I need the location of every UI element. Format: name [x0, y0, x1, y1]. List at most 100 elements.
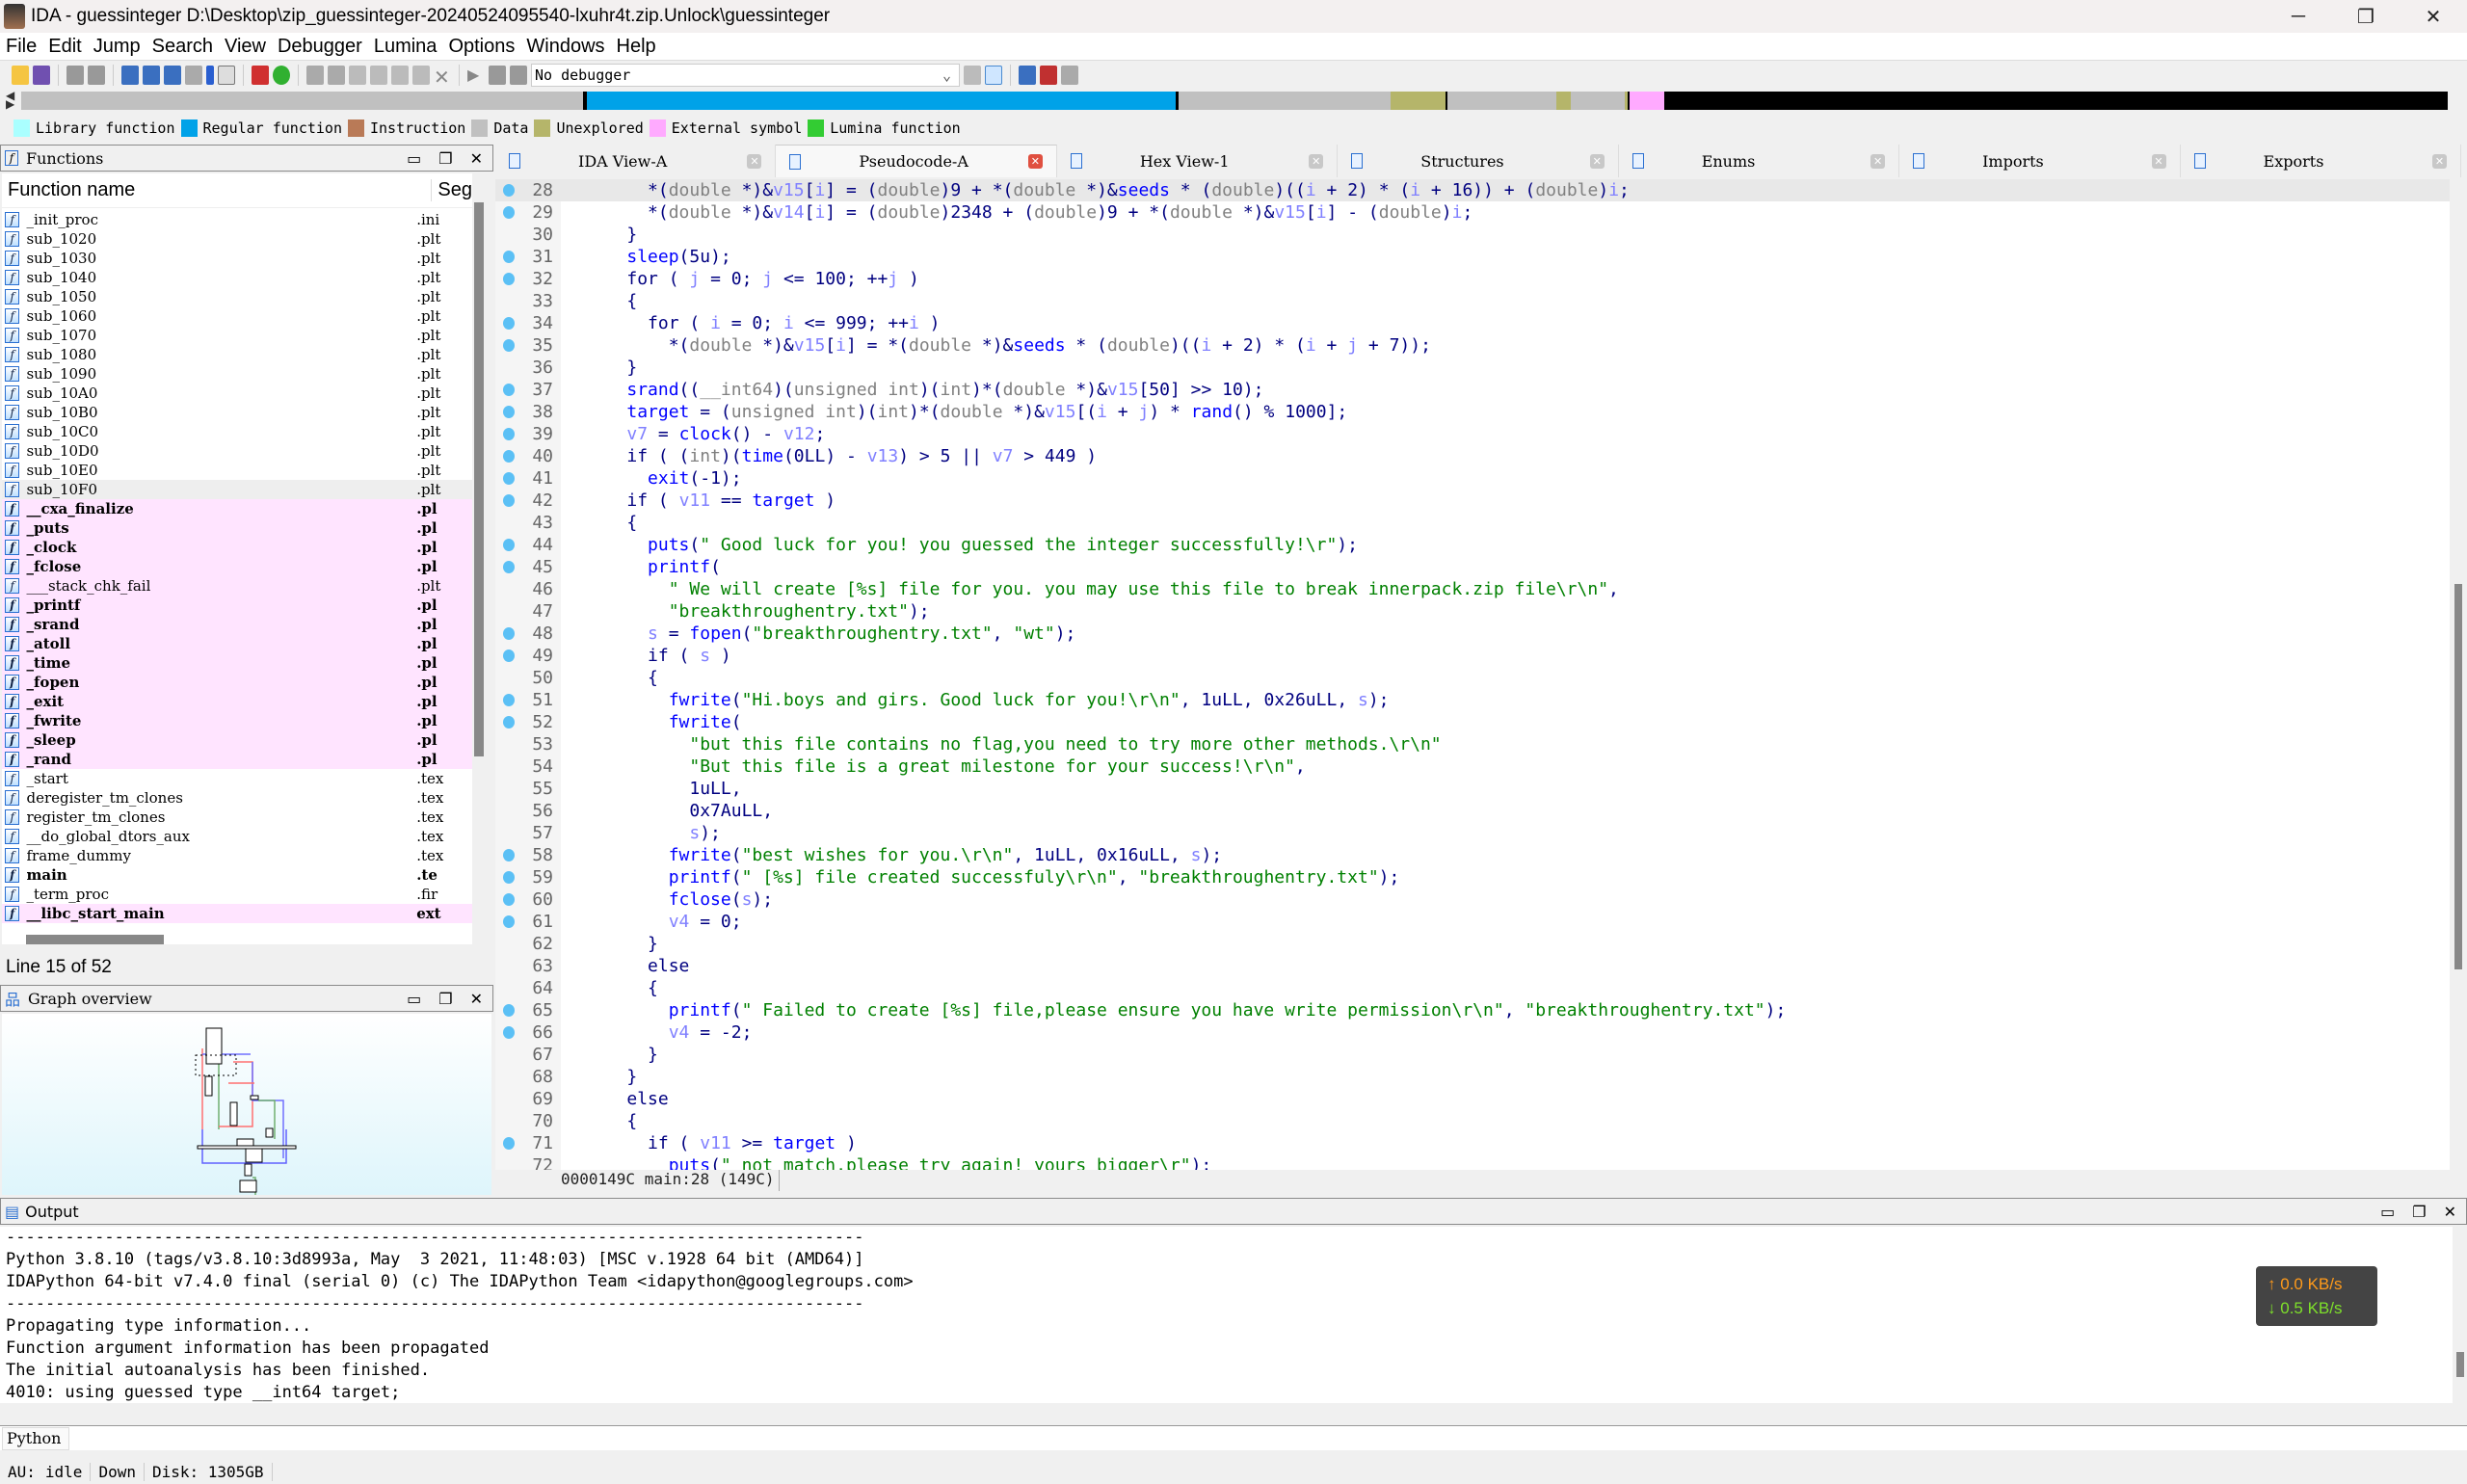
tab-close-icon[interactable]: ✕: [1027, 154, 1043, 169]
graph-overview-canvas[interactable]: [2, 1014, 491, 1197]
breakpoint-marker-icon[interactable]: [503, 561, 515, 573]
column-function-name[interactable]: Function name: [2, 179, 433, 201]
function-row[interactable]: f __do_global_dtors_aux .tex: [2, 827, 472, 846]
back-icon[interactable]: [66, 65, 84, 85]
function-row[interactable]: f sub_1090 .plt: [2, 364, 472, 384]
breakpoint-marker-icon[interactable]: [503, 1137, 515, 1150]
function-row[interactable]: f _start .tex: [2, 769, 472, 788]
menu-search[interactable]: Search: [152, 36, 213, 58]
pseudocode-toggle-icon[interactable]: [985, 65, 1002, 85]
tab-imports[interactable]: Imports ✕: [1899, 145, 2181, 177]
minimize-button[interactable]: ─: [2265, 0, 2332, 33]
code-line[interactable]: 28 *(double *)&v15[i] = (double)9 + *(do…: [495, 179, 2450, 201]
function-row[interactable]: f sub_1040 .plt: [2, 268, 472, 287]
code-line[interactable]: 43 {: [495, 512, 2450, 534]
close-icon[interactable]: ✕: [470, 990, 483, 1008]
function-row[interactable]: f sub_10A0 .plt: [2, 384, 472, 403]
search-imm-icon[interactable]: [164, 65, 181, 85]
function-row[interactable]: f frame_dummy .tex: [2, 846, 472, 865]
menu-help[interactable]: Help: [617, 36, 656, 58]
code-line[interactable]: 69 else: [495, 1088, 2450, 1110]
code-line[interactable]: 52 fwrite(: [495, 711, 2450, 733]
function-row[interactable]: f sub_1030 .plt: [2, 249, 472, 268]
tab-structures[interactable]: Structures ✕: [1338, 145, 1619, 177]
menu-edit[interactable]: Edit: [48, 36, 81, 58]
code-line[interactable]: 35 *(double *)&v15[i] = *(double *)&seed…: [495, 334, 2450, 357]
code-line[interactable]: 51 fwrite("Hi.boys and girs. Good luck f…: [495, 689, 2450, 711]
close-icon[interactable]: ✕: [2444, 1203, 2456, 1221]
code-line[interactable]: 64 {: [495, 977, 2450, 999]
code-line[interactable]: 49 if ( s ): [495, 645, 2450, 667]
output-scrollbar[interactable]: [2453, 1227, 2467, 1403]
step-icon[interactable]: [964, 65, 981, 85]
code-line[interactable]: 34 for ( i = 0; i <= 999; ++i ): [495, 312, 2450, 334]
close-button[interactable]: ✕: [2400, 0, 2467, 33]
menu-view[interactable]: View: [225, 36, 266, 58]
search-binary-icon[interactable]: [121, 65, 139, 85]
output-log[interactable]: ----------------------------------------…: [0, 1227, 2453, 1403]
function-row[interactable]: f sub_1050 .plt: [2, 287, 472, 306]
function-row[interactable]: f _time .pl: [2, 653, 472, 673]
function-row[interactable]: f _exit .pl: [2, 692, 472, 711]
breakpoint-marker-icon[interactable]: [503, 317, 515, 330]
breakpoint-marker-icon[interactable]: [503, 184, 515, 197]
code-line[interactable]: 45 printf(: [495, 556, 2450, 578]
function-row[interactable]: f sub_1020 .plt: [2, 229, 472, 249]
undefine-icon[interactable]: [391, 65, 409, 85]
delete-icon[interactable]: ✕: [434, 66, 451, 89]
script-language-button[interactable]: Python: [2, 1427, 69, 1450]
function-row[interactable]: f register_tm_clones .tex: [2, 808, 472, 827]
breakpoint-marker-icon[interactable]: [503, 450, 515, 463]
code-line[interactable]: 54 "But this file is a great milestone f…: [495, 755, 2450, 778]
function-row[interactable]: f sub_10F0 .plt: [2, 480, 472, 499]
maximize-icon[interactable]: ▭: [2380, 1203, 2395, 1221]
tab-pseudocode-a[interactable]: Pseudocode-A ✕: [776, 145, 1057, 177]
code-line[interactable]: 72 puts(" not match,please try again! yo…: [495, 1154, 2450, 1170]
code-line[interactable]: 65 printf(" Failed to create [%s] file,p…: [495, 999, 2450, 1021]
make-code-icon[interactable]: [306, 65, 324, 85]
breakpoint-marker-icon[interactable]: [503, 428, 515, 440]
code-line[interactable]: 42 if ( v11 == target ): [495, 490, 2450, 512]
breakpoint-marker-icon[interactable]: [503, 206, 515, 219]
stop-icon[interactable]: [510, 65, 527, 85]
code-line[interactable]: 31 sleep(5u);: [495, 246, 2450, 268]
function-row[interactable]: f _puts .pl: [2, 518, 472, 538]
remove-breakpoint-icon[interactable]: [1061, 65, 1078, 85]
code-line[interactable]: 29 *(double *)&v14[i] = (double)2348 + (…: [495, 201, 2450, 224]
make-ascii-icon[interactable]: [349, 65, 366, 85]
tab-exports[interactable]: Exports ✕: [2181, 145, 2461, 177]
list-icon[interactable]: [1019, 65, 1036, 85]
command-input[interactable]: [73, 1426, 2467, 1449]
tab-enums[interactable]: Enums ✕: [1619, 145, 1900, 177]
code-line[interactable]: 55 1uLL,: [495, 778, 2450, 800]
function-row[interactable]: f _init_proc .ini: [2, 210, 472, 229]
code-line[interactable]: 33 {: [495, 290, 2450, 312]
code-line[interactable]: 66 v4 = -2;: [495, 1021, 2450, 1044]
text-mode-icon[interactable]: [218, 65, 235, 85]
function-row[interactable]: f _printf .pl: [2, 596, 472, 615]
function-row[interactable]: f ___stack_chk_fail .plt: [2, 576, 472, 596]
functions-vertical-scrollbar[interactable]: [472, 173, 488, 944]
function-row[interactable]: f _fwrite .pl: [2, 711, 472, 730]
code-line[interactable]: 36 }: [495, 357, 2450, 379]
restore-button[interactable]: ❐: [2332, 0, 2400, 33]
code-line[interactable]: 46 " We will create [%s] file for you. y…: [495, 578, 2450, 600]
make-array-icon[interactable]: [370, 65, 387, 85]
code-line[interactable]: 56 0x7AuLL,: [495, 800, 2450, 822]
print-icon[interactable]: [185, 65, 202, 85]
column-segment[interactable]: Seg: [432, 179, 472, 201]
function-row[interactable]: f _clock .pl: [2, 538, 472, 557]
menu-debugger[interactable]: Debugger: [278, 36, 362, 58]
function-row[interactable]: f _term_proc .fir: [2, 885, 472, 904]
function-row[interactable]: f __cxa_finalize .pl: [2, 499, 472, 518]
menu-windows[interactable]: Windows: [526, 36, 604, 58]
float-icon[interactable]: ❐: [438, 990, 452, 1008]
function-row[interactable]: f sub_1070 .plt: [2, 326, 472, 345]
breakpoint-marker-icon[interactable]: [503, 406, 515, 418]
code-line[interactable]: 59 printf(" [%s] file created successful…: [495, 866, 2450, 888]
save-icon[interactable]: [33, 65, 50, 85]
functions-horizontal-scrollbar[interactable]: [26, 935, 164, 944]
tab-close-icon[interactable]: ✕: [1589, 153, 1605, 169]
code-line[interactable]: 50 {: [495, 667, 2450, 689]
navigation-band[interactable]: [21, 92, 2448, 110]
